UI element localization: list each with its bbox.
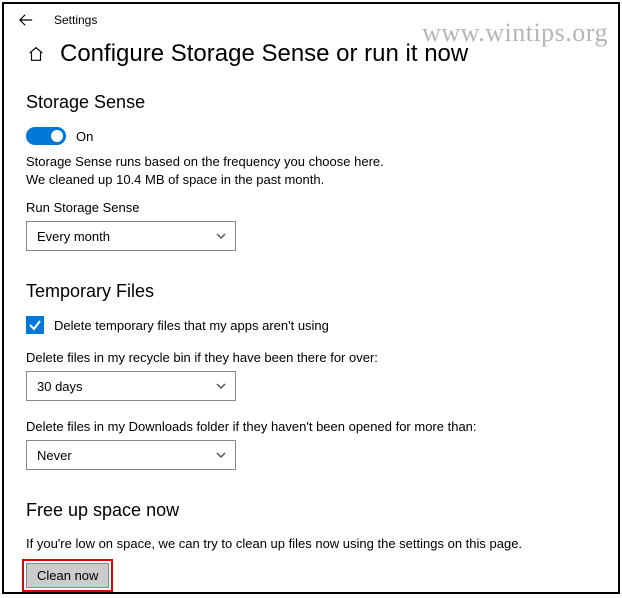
recycle-bin-value: 30 days — [37, 379, 83, 394]
chevron-down-icon — [215, 380, 227, 392]
free-up-space-description: If you're low on space, we can try to cl… — [26, 535, 586, 553]
run-storage-sense-select[interactable]: Every month — [26, 221, 236, 251]
temporary-files-heading: Temporary Files — [26, 281, 596, 302]
delete-temp-files-checkbox[interactable] — [26, 316, 44, 334]
free-up-space-heading: Free up space now — [26, 500, 596, 521]
storage-sense-toggle-label: On — [76, 129, 93, 144]
recycle-bin-label: Delete files in my recycle bin if they h… — [26, 350, 596, 365]
storage-sense-heading: Storage Sense — [26, 92, 596, 113]
storage-sense-description: Storage Sense runs based on the frequenc… — [26, 153, 406, 188]
downloads-value: Never — [37, 448, 72, 463]
downloads-label: Delete files in my Downloads folder if t… — [26, 419, 596, 434]
chevron-down-icon — [215, 449, 227, 461]
downloads-select[interactable]: Never — [26, 440, 236, 470]
run-storage-sense-value: Every month — [37, 229, 110, 244]
clean-now-button[interactable]: Clean now — [26, 563, 109, 588]
storage-sense-toggle[interactable] — [26, 127, 66, 145]
back-arrow-icon[interactable] — [18, 12, 34, 28]
app-title: Settings — [54, 13, 97, 27]
chevron-down-icon — [215, 230, 227, 242]
run-storage-sense-label: Run Storage Sense — [26, 200, 596, 215]
home-icon[interactable] — [26, 44, 46, 64]
page-title: Configure Storage Sense or run it now — [60, 40, 468, 68]
recycle-bin-select[interactable]: 30 days — [26, 371, 236, 401]
delete-temp-files-label: Delete temporary files that my apps aren… — [54, 318, 329, 333]
